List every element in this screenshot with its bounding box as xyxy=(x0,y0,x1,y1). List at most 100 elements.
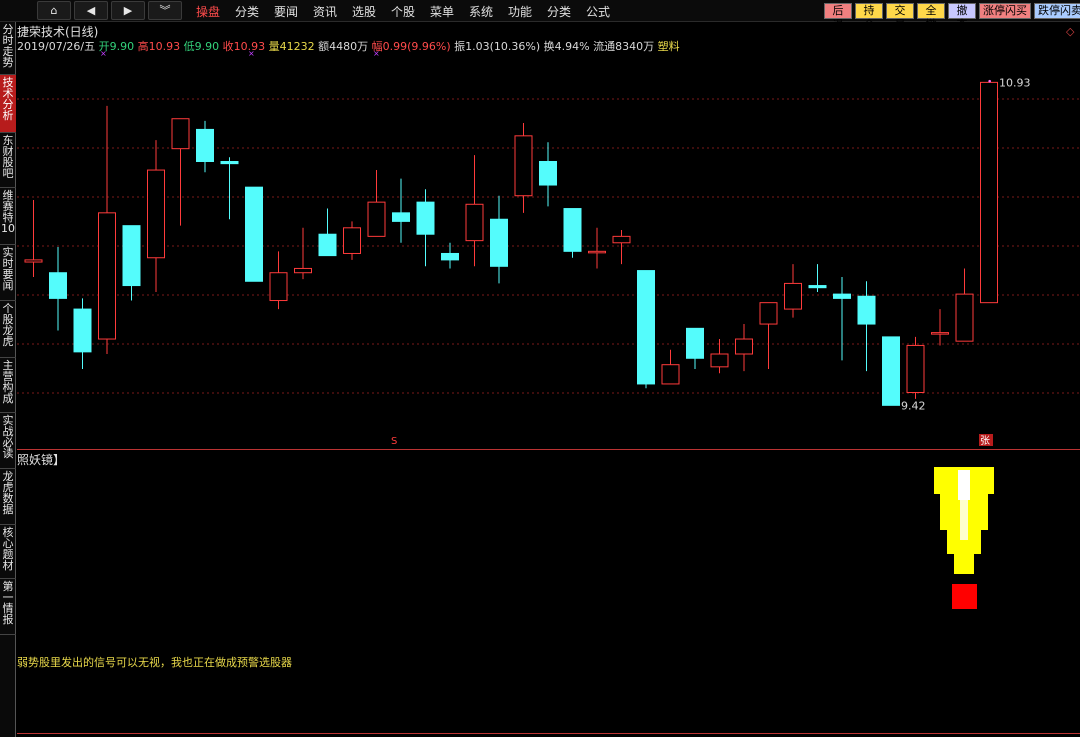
indicator-chart xyxy=(934,467,994,609)
side-tab-bar: 分时走势 技术分析 东财股吧 维赛特10 实时要闻 个股龙虎 主营构成 实战必读 龙虎数据 核心题… xyxy=(0,22,16,737)
side-tab-1[interactable]: 技术分析 xyxy=(0,75,16,133)
candle-body-up xyxy=(931,332,949,335)
diamond-icon[interactable]: ◇ xyxy=(1066,25,1074,38)
side-tab-6[interactable]: 主营构成 xyxy=(0,358,16,413)
candle xyxy=(24,200,43,277)
side-tab-5[interactable]: 个股龙虎 xyxy=(0,301,16,358)
candle-body-down xyxy=(122,225,141,287)
signal-core xyxy=(958,470,970,500)
action-button-6[interactable]: 跌停闪卖 xyxy=(1034,3,1080,19)
candle xyxy=(514,123,533,213)
side-tab-10[interactable]: 第一情报 xyxy=(0,579,16,635)
candlestick-chart[interactable]: 10.93 • 9.42 × × × S 张 xyxy=(17,46,1080,449)
candle-body-up xyxy=(735,338,753,355)
candle-body-down xyxy=(318,233,337,257)
candle-body-up xyxy=(710,353,729,368)
event-marker-icon: × xyxy=(373,49,380,58)
candle xyxy=(490,195,508,284)
candle xyxy=(882,336,900,406)
signal-core xyxy=(960,500,968,540)
candle xyxy=(808,264,827,292)
candle-body-down xyxy=(441,252,459,261)
candle xyxy=(73,298,92,369)
candle-body-down xyxy=(808,285,827,289)
zhang-marker: 张 xyxy=(980,435,990,447)
candle-body-up xyxy=(98,212,116,340)
max-marker: • xyxy=(987,77,992,87)
candle-body-up xyxy=(588,250,606,254)
action-button-0[interactable]: 后退 xyxy=(824,3,852,31)
candle xyxy=(416,189,435,267)
candle xyxy=(122,225,141,301)
action-button-4[interactable]: 撤查 xyxy=(948,3,976,31)
max-price-label: 10.93 xyxy=(999,76,1031,89)
side-tab-2[interactable]: 东财股吧 xyxy=(0,133,16,188)
candle xyxy=(784,264,802,318)
candle-body-up xyxy=(171,118,190,150)
candle xyxy=(955,268,974,342)
menu-item-6[interactable]: 菜单 xyxy=(430,3,454,20)
candle xyxy=(980,81,998,304)
candle-body-down xyxy=(73,308,92,353)
event-marker-icon: × xyxy=(248,49,255,58)
candle xyxy=(612,229,631,265)
candle xyxy=(906,336,925,399)
menu-item-2[interactable]: 要闻 xyxy=(274,3,298,20)
candle-body-down xyxy=(637,270,655,385)
signal-s-marker: S xyxy=(391,436,397,447)
candle xyxy=(171,118,190,226)
min-price-label: 9.42 xyxy=(901,399,926,412)
expand-icon[interactable]: ︾ xyxy=(148,1,182,20)
menu-item-4[interactable]: 选股 xyxy=(352,3,376,20)
menu-item-1[interactable]: 分类 xyxy=(235,3,259,20)
side-tab-8[interactable]: 龙虎数据 xyxy=(0,469,16,525)
signal-red-block xyxy=(952,584,977,609)
top-toolbar: ⌂ ◀ ▶ ︾ 操盘 分类 要闻 资讯 选股 个股 菜单 系统 功能 分类 公式 后退 持仓 交易 全撤 撤查 涨停… xyxy=(0,0,1080,31)
candle-body-up xyxy=(955,293,974,342)
candle xyxy=(49,247,67,331)
candle xyxy=(686,327,704,369)
back-icon[interactable]: ◀ xyxy=(74,1,108,20)
indicator-label[interactable]: 照妖镜】 xyxy=(17,451,65,468)
menu-item-7[interactable]: 系统 xyxy=(469,3,493,20)
action-button-1[interactable]: 持仓 xyxy=(855,3,883,31)
side-tab-7[interactable]: 实战必读 xyxy=(0,413,16,469)
action-button-3[interactable]: 全撤 xyxy=(917,3,945,31)
candle-body-down xyxy=(686,327,704,359)
candle-body-up xyxy=(294,267,312,274)
menu-item-9[interactable]: 分类 xyxy=(547,3,571,20)
candle-body-down xyxy=(857,295,876,325)
candle xyxy=(661,349,680,385)
candle xyxy=(318,208,337,257)
candle xyxy=(759,302,778,369)
candle-body-up xyxy=(980,81,998,304)
candle-body-up xyxy=(24,259,43,263)
candle xyxy=(833,277,851,361)
candle-body-down xyxy=(490,218,508,267)
action-button-2[interactable]: 交易 xyxy=(886,3,914,31)
menu-item-3[interactable]: 资讯 xyxy=(313,3,337,20)
candle-body-up xyxy=(147,169,165,259)
candle xyxy=(245,186,263,282)
home-icon[interactable]: ⌂ xyxy=(37,1,71,20)
candle-body-up xyxy=(612,235,631,244)
candle-body-up xyxy=(269,272,288,302)
side-tab-3[interactable]: 维赛特10 xyxy=(0,188,16,245)
candle-body-down xyxy=(563,208,582,252)
candle xyxy=(563,208,582,258)
menu-item-0[interactable]: 操盘 xyxy=(196,3,220,20)
candle-body-up xyxy=(465,203,484,242)
candle xyxy=(294,227,312,280)
candle xyxy=(392,178,410,243)
action-button-5[interactable]: 涨停闪买 xyxy=(979,3,1031,19)
candle-body-down xyxy=(416,201,435,235)
side-tab-9[interactable]: 核心题材 xyxy=(0,525,16,579)
menu-item-8[interactable]: 功能 xyxy=(508,3,532,20)
side-tab-4[interactable]: 实时要闻 xyxy=(0,245,16,301)
menu-item-10[interactable]: 公式 xyxy=(586,3,610,20)
side-tab-0[interactable]: 分时走势 xyxy=(0,22,16,75)
forward-icon[interactable]: ▶ xyxy=(111,1,145,20)
event-marker-icon: × xyxy=(100,49,107,58)
menu-item-5[interactable]: 个股 xyxy=(391,3,415,20)
candle-body-up xyxy=(759,302,778,325)
